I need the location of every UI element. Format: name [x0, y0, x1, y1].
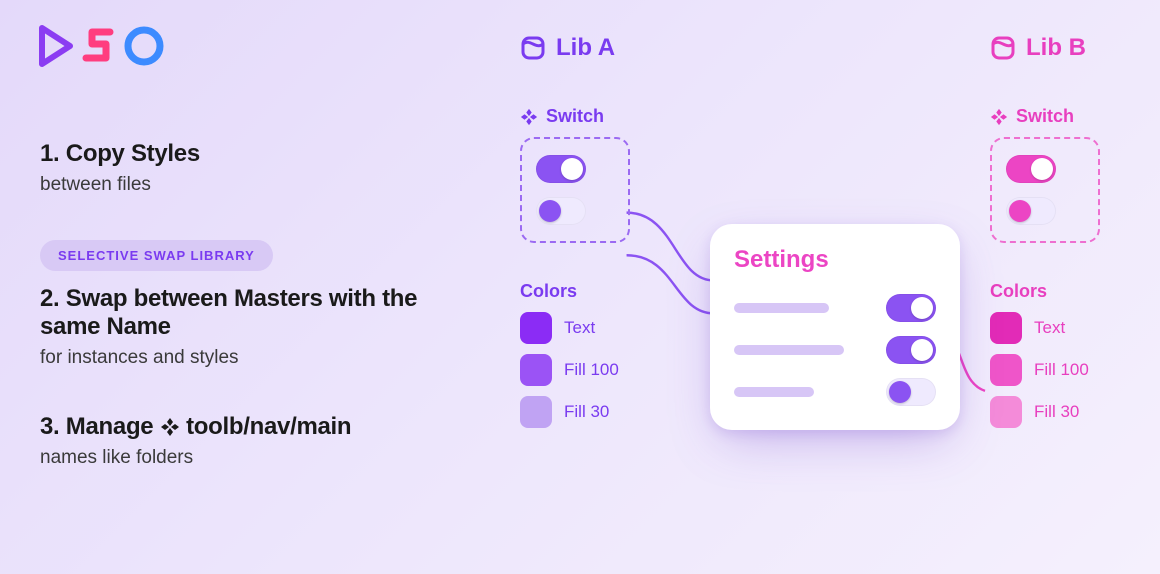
feature-sub: between files [40, 174, 450, 196]
color-row: Text [520, 312, 710, 344]
dso-logo [36, 24, 166, 68]
lib-title: Lib A [556, 34, 615, 62]
switch-label: Switch [1016, 106, 1074, 127]
diamond-icon [160, 416, 180, 436]
toggle-on[interactable] [1006, 155, 1056, 183]
colors-label: Colors [990, 281, 1160, 302]
lib-title: Lib B [1026, 34, 1086, 62]
feature-item-3: 3. Manage toolb/nav/main names like fold… [40, 413, 450, 469]
switch-component-box [520, 137, 630, 243]
switch-component-box [990, 137, 1100, 243]
lib-a-column: Lib A Switch Colors Text Fill 100 [520, 34, 710, 428]
library-icon [990, 35, 1016, 61]
color-row: Text [990, 312, 1160, 344]
toggle-on[interactable] [536, 155, 586, 183]
settings-toggle[interactable] [886, 294, 936, 322]
feature-list: 1. Copy Styles between files SELECTIVE S… [40, 140, 450, 513]
feature-badge: SELECTIVE SWAP LIBRARY [40, 240, 273, 271]
settings-toggle[interactable] [886, 336, 936, 364]
toggle-off[interactable] [536, 197, 586, 225]
swap-diagram: Lib A Switch Colors Text Fill 100 [520, 34, 1140, 554]
switch-label: Switch [546, 106, 604, 127]
color-row: Fill 30 [520, 396, 710, 428]
color-swatch [520, 312, 552, 344]
skeleton-line [734, 345, 844, 355]
color-swatch [990, 354, 1022, 386]
colors-list-a: Text Fill 100 Fill 30 [520, 312, 710, 428]
color-swatch [990, 396, 1022, 428]
settings-row [734, 294, 936, 322]
color-row: Fill 30 [990, 396, 1160, 428]
feature-title: 3. Manage toolb/nav/main [40, 413, 450, 441]
library-icon [520, 35, 546, 61]
letter-o-icon [122, 24, 166, 68]
skeleton-line [734, 387, 814, 397]
lib-b-column: Lib B Switch Colors Text Fill 100 [990, 34, 1160, 428]
diamond-icon [520, 108, 538, 126]
color-swatch [520, 396, 552, 428]
toggle-off[interactable] [1006, 197, 1056, 225]
feature-item-1: 1. Copy Styles between files [40, 140, 450, 196]
skeleton-line [734, 303, 829, 313]
settings-toggle[interactable] [886, 378, 936, 406]
feature-title: 2. Swap between Masters with the same Na… [40, 285, 450, 341]
settings-row [734, 336, 936, 364]
feature-item-2: SELECTIVE SWAP LIBRARY 2. Swap between M… [40, 240, 450, 369]
color-row: Fill 100 [520, 354, 710, 386]
settings-row [734, 378, 936, 406]
settings-title: Settings [734, 246, 936, 274]
feature-sub: for instances and styles [40, 347, 450, 369]
color-swatch [990, 312, 1022, 344]
colors-label: Colors [520, 281, 710, 302]
letter-s-icon [82, 24, 116, 68]
diamond-icon [990, 108, 1008, 126]
feature-title: 1. Copy Styles [40, 140, 450, 168]
feature-sub: names like folders [40, 447, 450, 469]
color-row: Fill 100 [990, 354, 1160, 386]
colors-list-b: Text Fill 100 Fill 30 [990, 312, 1160, 428]
settings-card: Settings [710, 224, 960, 430]
play-triangle-icon [36, 24, 76, 68]
color-swatch [520, 354, 552, 386]
